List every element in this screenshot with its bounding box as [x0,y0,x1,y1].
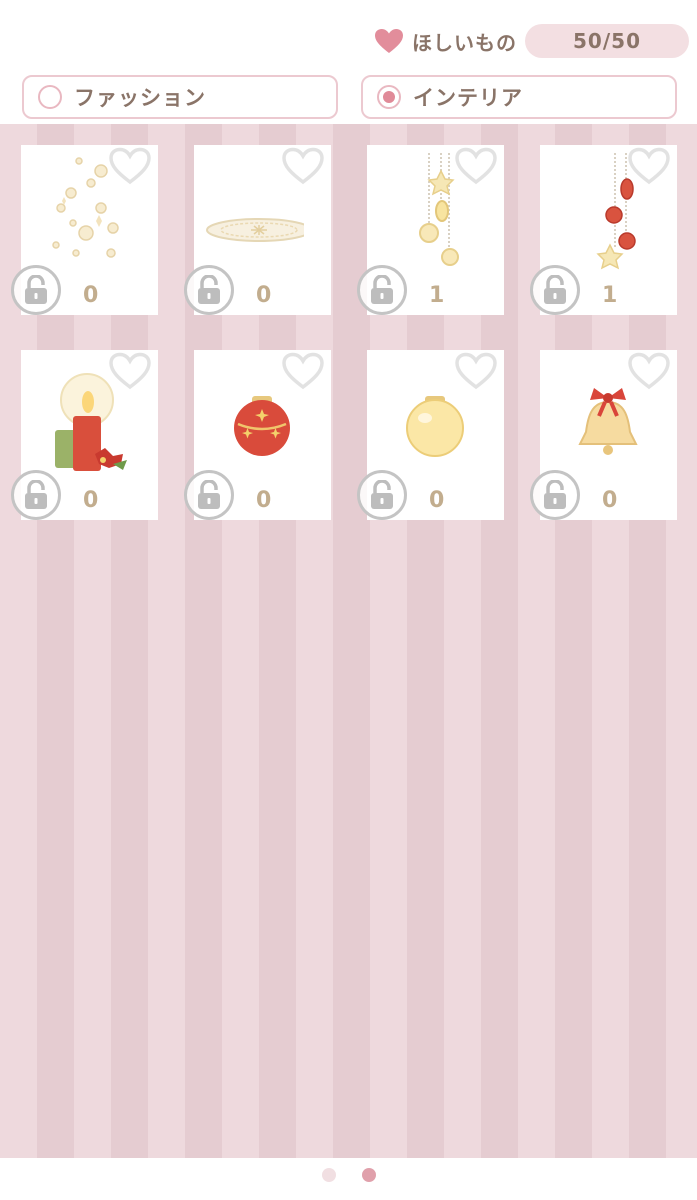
page-dot-1[interactable] [321,1168,336,1182]
favorite-heart-icon[interactable] [108,352,152,390]
lock-icon [530,265,580,315]
item-count: 1 [602,283,618,308]
item-card[interactable]: 0 [11,145,158,315]
lock-icon [11,265,61,315]
wishlist-count: 50/50 [525,24,689,58]
favorite-heart-icon[interactable] [454,147,498,185]
item-card[interactable]: 1 [357,145,504,315]
favorite-heart-icon[interactable] [454,352,498,390]
favorite-heart-icon[interactable] [627,147,671,185]
page-dot-2-active[interactable] [361,1168,376,1182]
item-card[interactable]: 1 [530,145,677,315]
tab-interior-label: インテリア [413,86,523,110]
item-count: 0 [602,488,618,513]
item-count: 1 [429,283,445,308]
favorite-heart-icon[interactable] [281,147,325,185]
item-count: 0 [256,283,272,308]
item-count: 0 [83,283,99,308]
page-indicator [0,1168,697,1184]
lock-icon [357,470,407,520]
tab-interior[interactable]: インテリア [361,75,677,119]
lock-icon [184,265,234,315]
lock-icon [530,470,580,520]
item-card[interactable]: 0 [184,350,331,520]
radio-unselected-icon [38,85,62,109]
item-count: 0 [83,488,99,513]
tab-fashion[interactable]: ファッション [22,75,338,119]
item-card[interactable]: 0 [357,350,504,520]
favorite-heart-icon[interactable] [281,352,325,390]
lock-icon [184,470,234,520]
favorite-heart-icon[interactable] [108,147,152,185]
item-card[interactable]: 0 [184,145,331,315]
lock-icon [357,265,407,315]
radio-selected-icon [377,85,401,109]
wishlist-header: ほしいもの 50/50 [374,24,689,58]
item-card[interactable]: 0 [11,350,158,520]
item-grid-area[interactable]: 0 0 1 1 0 0 0 0 [0,124,697,1158]
item-card[interactable]: 0 [530,350,677,520]
wishlist-label: ほしいもの [412,30,517,55]
favorite-heart-icon[interactable] [627,352,671,390]
item-count: 0 [256,488,272,513]
category-tabs: ファッション インテリア [22,75,677,119]
heart-icon [375,29,403,53]
lock-icon [11,470,61,520]
item-count: 0 [429,488,445,513]
tab-fashion-label: ファッション [74,86,206,110]
